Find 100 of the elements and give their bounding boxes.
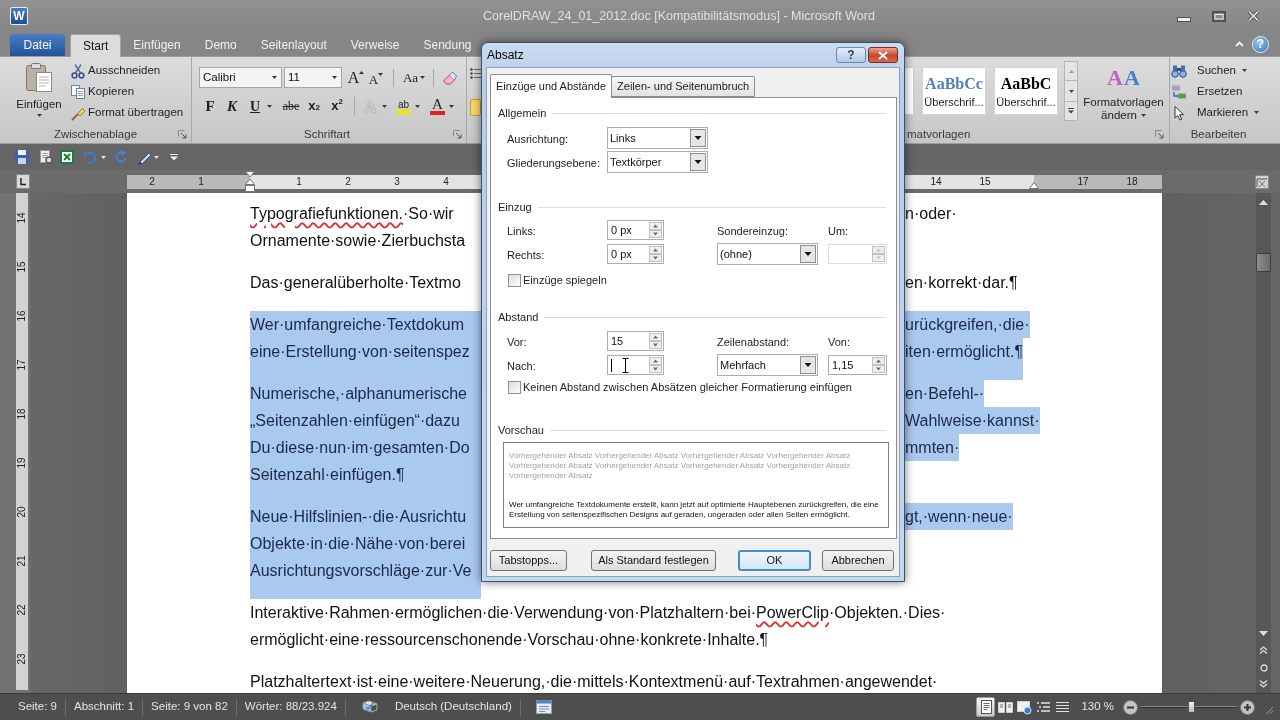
caret-icon[interactable] <box>1242 69 1247 72</box>
close-button[interactable] <box>868 47 898 63</box>
save-icon[interactable] <box>14 149 30 165</box>
caret-icon[interactable] <box>420 76 426 79</box>
right-indent-marker-icon[interactable] <box>1029 181 1039 189</box>
dialog-button[interactable]: Als Standard festlegen <box>591 550 716 571</box>
grow-font-button[interactable]: A <box>346 66 366 89</box>
file-tab[interactable]: Datei <box>10 34 65 56</box>
bullet-list-icon[interactable] <box>470 68 481 79</box>
highlighted-tile-icon[interactable] <box>470 99 481 116</box>
caret-icon[interactable] <box>101 155 106 159</box>
checkbox[interactable] <box>508 273 521 287</box>
previous-page-icon[interactable] <box>1259 646 1268 654</box>
spin-arrows-icon[interactable] <box>649 333 662 349</box>
copy-button[interactable]: Kopieren <box>68 81 186 102</box>
view-button[interactable] <box>976 697 996 717</box>
status-text[interactable]: Abschnitt: 1 <box>74 698 135 716</box>
help-button[interactable]: ? <box>836 47 866 63</box>
bold-button[interactable]: F <box>200 95 220 117</box>
spin-field[interactable]: 0 px <box>607 220 664 240</box>
close-icon[interactable] <box>1247 10 1260 22</box>
eraser-icon[interactable] <box>442 69 458 86</box>
change-styles-button[interactable]: AA Formatvorlagen ändern <box>1081 62 1166 122</box>
status-text[interactable]: Seite: 9 von 82 <box>151 698 228 716</box>
spreadsheet-icon[interactable] <box>59 149 75 165</box>
caret-icon[interactable] <box>449 104 454 108</box>
caret-icon[interactable] <box>382 104 388 108</box>
customize-icon[interactable] <box>170 153 178 161</box>
spin-arrows-icon[interactable] <box>649 222 662 238</box>
caret-icon[interactable] <box>36 114 42 117</box>
zoom-in-icon[interactable] <box>1240 699 1255 715</box>
style-item[interactable]: AaBbC Überschrif... <box>994 67 1058 115</box>
dialog-button[interactable]: Abbrechen <box>822 550 894 571</box>
spin-field[interactable]: 0 px <box>607 244 664 264</box>
zoom-level[interactable]: 130 % <box>1081 698 1114 716</box>
spin-arrows-icon[interactable] <box>872 357 885 373</box>
collapse-ribbon-icon[interactable] <box>1235 41 1244 47</box>
caret-icon[interactable] <box>415 104 420 108</box>
dropdown[interactable]: (ohne) <box>717 243 818 265</box>
dropdown[interactable]: Mehrfach <box>717 354 818 376</box>
indent-marker-icon[interactable] <box>245 170 255 192</box>
scroll-down-icon[interactable] <box>1259 631 1268 636</box>
underline-button[interactable]: U <box>246 95 276 117</box>
scroll-up-icon[interactable] <box>1259 200 1268 205</box>
caret-icon[interactable] <box>267 104 273 108</box>
dialog-button[interactable]: OK <box>738 550 811 571</box>
status-text[interactable]: Wörter: 88/23.924 <box>244 698 337 716</box>
status-text[interactable]: Seite: 9 <box>18 698 57 716</box>
highlight-button[interactable]: ab <box>393 95 423 117</box>
italic-button[interactable]: K <box>222 95 242 117</box>
font-name-field[interactable]: Calibri <box>199 67 282 88</box>
gallery-more-button[interactable] <box>1064 101 1078 121</box>
dropdown[interactable]: Textkörper <box>607 151 708 173</box>
caret-icon[interactable] <box>1140 114 1146 117</box>
shrink-font-button[interactable]: A <box>366 66 386 89</box>
tab-stop-icon[interactable] <box>16 174 30 189</box>
dialog-launcher-icon[interactable] <box>453 130 462 139</box>
ribbon-tab[interactable]: Start <box>70 34 122 57</box>
dialog-tab[interactable]: Einzüge und Abstände <box>490 74 613 98</box>
spin-field[interactable]: 15 <box>607 331 664 351</box>
font-color-button[interactable]: A <box>427 95 457 117</box>
caret-icon[interactable] <box>272 76 277 79</box>
dialog-launcher-icon[interactable] <box>178 130 187 139</box>
zoom-slider-thumb[interactable] <box>1188 701 1196 713</box>
superscript-button[interactable]: x$^{2}$ <box>327 95 347 117</box>
next-page-icon[interactable] <box>1259 680 1268 688</box>
change-case-button[interactable]: Aa <box>402 66 426 89</box>
style-item[interactable]: AaBbCc Überschrif... <box>922 67 986 115</box>
form-icon[interactable] <box>535 700 552 714</box>
zoom-out-icon[interactable] <box>1123 699 1138 715</box>
dropdown[interactable]: Links <box>607 127 708 149</box>
ruler-toggle-icon[interactable] <box>1255 174 1269 189</box>
paste-button[interactable]: Einfügen <box>13 57 65 121</box>
spin-arrows-icon[interactable] <box>649 357 662 373</box>
edit-menu-button[interactable]: Ersetzen <box>1171 81 1267 102</box>
checkbox[interactable] <box>508 380 521 394</box>
spin-field[interactable]: 1,15 <box>828 355 887 375</box>
book-check-icon[interactable] <box>361 700 378 714</box>
gallery-down-button[interactable] <box>1064 81 1078 101</box>
edit-menu-button[interactable]: Markieren <box>1171 102 1267 123</box>
dialog-tab[interactable]: Zeilen- und Seitenumbruch <box>611 76 756 97</box>
document-icon[interactable] <box>38 149 54 165</box>
resize-grip-icon[interactable] <box>1265 706 1274 715</box>
spin-field[interactable] <box>607 355 664 375</box>
cut-button[interactable]: Ausschneiden <box>68 60 186 81</box>
maximize-icon[interactable] <box>1212 10 1226 22</box>
caret-icon[interactable] <box>1254 111 1260 114</box>
caret-icon[interactable] <box>332 76 337 79</box>
format-painter-button[interactable]: Format übertragen <box>68 102 186 123</box>
spin-arrows-icon[interactable] <box>649 246 662 262</box>
language-text[interactable]: Deutsch (Deutschland) <box>394 698 512 716</box>
dialog-button[interactable]: Tabstopps... <box>490 550 567 571</box>
caret-icon[interactable] <box>154 155 159 159</box>
edit-menu-button[interactable]: Suchen <box>1171 60 1267 81</box>
browse-object-icon[interactable] <box>1259 664 1268 672</box>
app-icon[interactable]: W <box>10 7 28 25</box>
font-size-field[interactable]: 11 <box>284 67 342 88</box>
dialog-launcher-icon[interactable] <box>1155 130 1164 139</box>
minimize-icon[interactable] <box>1177 16 1191 22</box>
scrollbar-thumb[interactable] <box>1256 253 1271 272</box>
